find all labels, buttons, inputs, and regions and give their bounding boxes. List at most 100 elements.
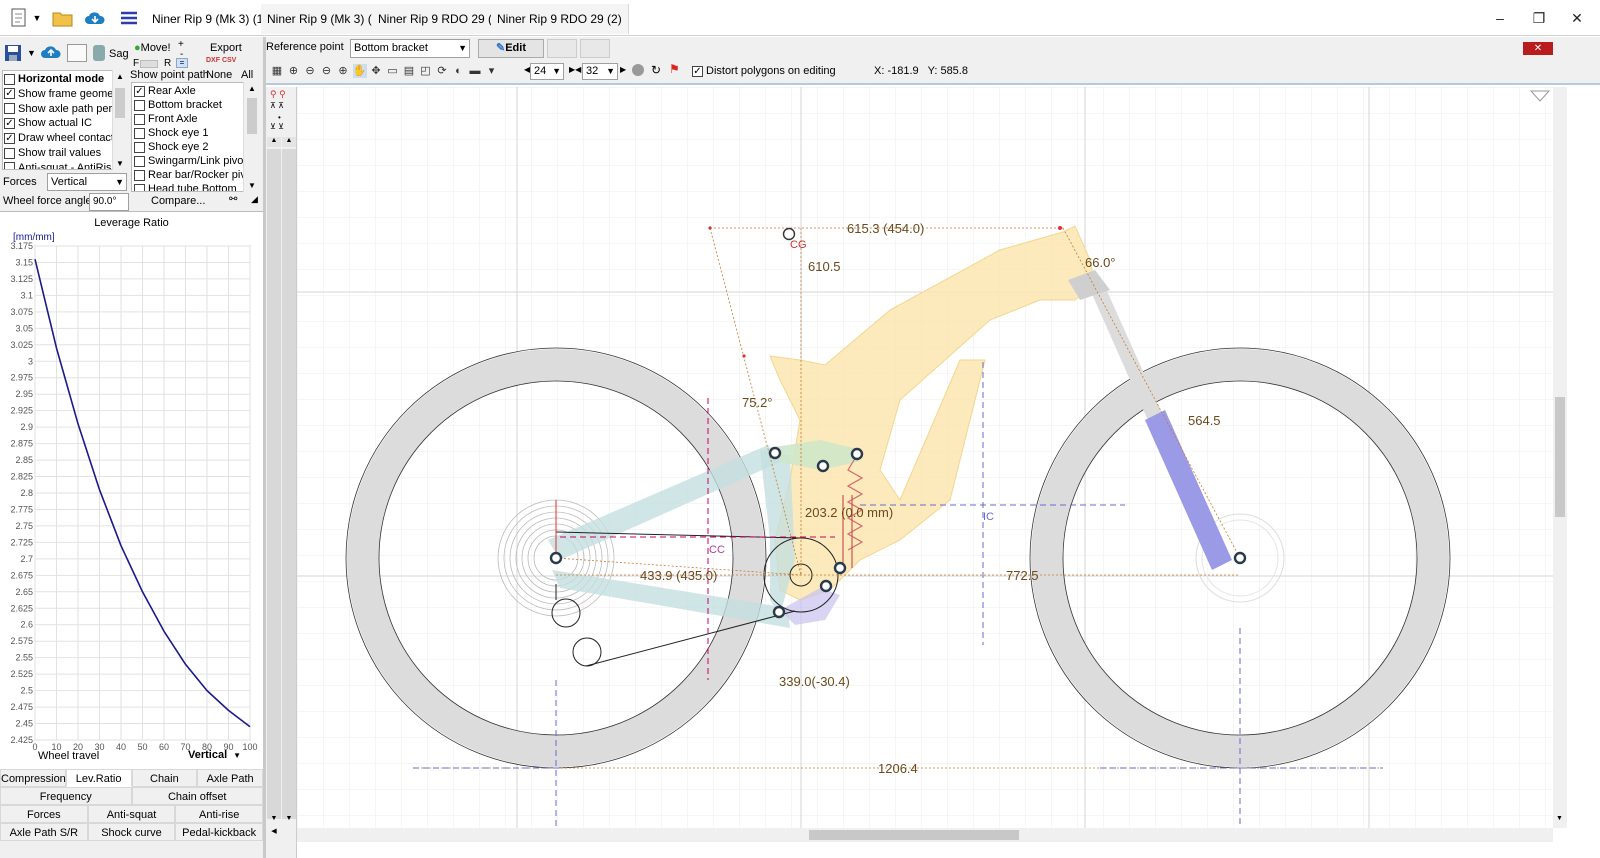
vertical-scrollbar[interactable]: ▼ — [1553, 87, 1567, 828]
seat-point[interactable] — [708, 226, 712, 230]
x-mode-dropdown[interactable]: Vertical ▼ — [188, 749, 241, 761]
tab-lev-ratio[interactable]: Lev.Ratio — [65, 769, 132, 787]
cloud-download-icon[interactable] — [82, 6, 108, 30]
close-button[interactable]: ✕ — [1562, 6, 1592, 30]
f-r-slider[interactable] — [140, 60, 158, 68]
compare-button[interactable]: Compare... — [151, 195, 205, 207]
tool-icon-2[interactable]: ⊖ — [303, 64, 317, 78]
redo-button[interactable] — [580, 39, 610, 58]
tab-forces[interactable]: Forces — [0, 805, 88, 823]
headtube-top-point[interactable] — [1058, 226, 1062, 230]
tool-icon-8[interactable]: ▤ — [402, 64, 416, 78]
open-folder-icon[interactable] — [50, 6, 76, 30]
pin-pair-icon[interactable]: ⚲ ⚲ — [270, 89, 286, 100]
scroll-down-right-icon[interactable]: ▼ — [282, 815, 296, 825]
option-1[interactable]: ✓ Show frame geometry — [4, 87, 126, 101]
tool-icon-6[interactable]: ✥ — [369, 64, 383, 78]
tab-chain-offset[interactable]: Chain offset — [131, 787, 263, 805]
new-file-icon[interactable] — [6, 6, 32, 30]
tab-anti-squat[interactable]: Anti-squat — [87, 805, 176, 823]
tool-icon-11[interactable]: ◐ — [452, 64, 466, 78]
cog-next-icon[interactable]: ▶◀ — [569, 65, 581, 74]
compare-icon[interactable]: ⚯ — [229, 194, 237, 205]
none-button[interactable]: None — [206, 69, 232, 81]
align-down-icon[interactable]: ⊻ ⊻ — [270, 122, 284, 131]
tool-icon-3[interactable]: ⊖ — [320, 64, 334, 78]
expand-icon[interactable]: ◢ — [251, 194, 258, 205]
point-7[interactable]: Head tube Bottom — [134, 182, 237, 191]
panel-icon[interactable] — [67, 44, 87, 62]
tool-icon-4[interactable]: ⊕ — [336, 64, 350, 78]
save-dropdown-icon[interactable]: ▼ — [27, 48, 36, 58]
pin-icon[interactable]: ⚑ — [669, 62, 680, 76]
point-0[interactable]: ✓ Rear Axle — [134, 84, 196, 98]
cassette-next-icon[interactable]: ▶ — [620, 65, 626, 74]
sag-button[interactable]: Sag — [109, 48, 129, 60]
point-6[interactable]: Rear bar/Rocker pivot — [134, 168, 255, 182]
cassette-dropdown[interactable]: 32 ▼ — [582, 63, 618, 80]
bike-drawing[interactable]: 615.3 (454.0) CG 610.5 66.0° 75.2° 564.5… — [297, 87, 1553, 828]
tab-frequency[interactable]: Frequency — [0, 787, 132, 805]
point-2[interactable]: Front Axle — [134, 112, 198, 126]
option-0[interactable]: Horizontal mode — [4, 72, 104, 86]
scroll-down-icon[interactable]: ▼ — [1556, 815, 1563, 822]
all-button[interactable]: All — [241, 69, 253, 81]
tool-icon-13[interactable]: ▾ — [485, 64, 499, 78]
tab-chain[interactable]: Chain — [131, 769, 198, 787]
tool-icon-9[interactable]: ◰ — [419, 64, 433, 78]
tab-3[interactable]: Niner Rip 9 RDO 29 (1) — [372, 4, 510, 34]
horizontal-scrollbar[interactable] — [297, 828, 1553, 842]
option-2[interactable]: Show axle path perpendicular — [4, 102, 126, 116]
scroll-down-left-icon[interactable]: ▼ — [267, 815, 281, 825]
edit-button[interactable]: ✎Edit — [478, 39, 544, 58]
export-button[interactable]: Export — [210, 42, 242, 54]
f-toggle[interactable]: F — [133, 58, 139, 69]
tool-icon-0[interactable]: ▦ — [270, 64, 284, 78]
hamburger-menu-icon[interactable] — [116, 6, 142, 30]
scroll-up-left-icon[interactable]: ▲ — [267, 137, 281, 147]
tab-2[interactable]: Niner Rip 9 (Mk 3) (2) — [261, 4, 390, 34]
scroll-up-right-icon[interactable]: ▲ — [282, 137, 296, 147]
options-scrollbar[interactable]: ▲ ▼ — [112, 70, 127, 170]
tool-icon-5[interactable]: ✋ — [352, 64, 367, 78]
export-formats-icon[interactable]: DXF CSV — [206, 57, 236, 64]
left-strip-track[interactable] — [267, 149, 281, 819]
dot-icon[interactable]: • — [278, 113, 281, 122]
move-button[interactable]: ●Move! — [134, 42, 171, 54]
forces-dropdown[interactable]: Vertical ▼ — [47, 173, 127, 191]
tab-4[interactable]: Niner Rip 9 RDO 29 (2) — [491, 4, 629, 34]
rotate-icon[interactable]: ↻ — [651, 63, 661, 77]
tab-axle-path[interactable]: Axle Path — [197, 769, 263, 787]
distort-checkbox[interactable]: ✓ Distort polygons on editing — [692, 64, 836, 78]
tab-shock-curve[interactable]: Shock curve — [87, 823, 176, 841]
tool-icon-1[interactable]: ⊕ — [287, 64, 301, 78]
option-6[interactable]: Anti-squat - AntiRise — [4, 161, 118, 169]
seat-mid-point[interactable] — [742, 354, 746, 358]
point-5[interactable]: Swingarm/Link pivot — [134, 154, 246, 168]
close-document-button[interactable]: ✕ — [1523, 42, 1553, 55]
tab-compression[interactable]: Compression — [0, 769, 66, 787]
option-3[interactable]: ✓ Show actual IC — [4, 116, 92, 130]
tool-icon-10[interactable]: ⟳ — [435, 64, 449, 78]
tab-pedal-kickback[interactable]: Pedal-kickback — [175, 823, 263, 841]
equal-icon[interactable]: = — [176, 58, 188, 68]
point-3[interactable]: Shock eye 1 — [134, 126, 209, 140]
tab-anti-rise[interactable]: Anti-rise — [175, 805, 263, 823]
wheel-force-input[interactable]: 90.0° — [89, 193, 129, 211]
scroll-left-icon[interactable]: ◀ — [267, 827, 281, 837]
minimize-button[interactable]: – — [1485, 6, 1515, 30]
record-icon[interactable] — [632, 64, 644, 76]
point-1[interactable]: Bottom bracket — [134, 98, 222, 112]
tool-icon-7[interactable]: ▭ — [386, 64, 400, 78]
undo-button[interactable] — [547, 39, 577, 58]
chainring-dropdown[interactable]: 24 ▼ — [530, 63, 564, 80]
new-dropdown-icon[interactable]: ▼ — [30, 6, 44, 30]
point-4[interactable]: Shock eye 2 — [134, 140, 209, 154]
r-toggle[interactable]: R — [164, 58, 171, 69]
cloud-upload-icon[interactable] — [40, 43, 62, 63]
tool-icon-12[interactable]: ▬ — [468, 64, 482, 78]
tab-1[interactable]: Niner Rip 9 (Mk 3) (1) — [146, 4, 275, 34]
points-scrollbar[interactable]: ▲ ▼ — [243, 82, 259, 192]
reference-point-dropdown[interactable]: Bottom bracket ▼ — [350, 39, 470, 58]
tab-axle-path-s-r[interactable]: Axle Path S/R — [0, 823, 88, 841]
